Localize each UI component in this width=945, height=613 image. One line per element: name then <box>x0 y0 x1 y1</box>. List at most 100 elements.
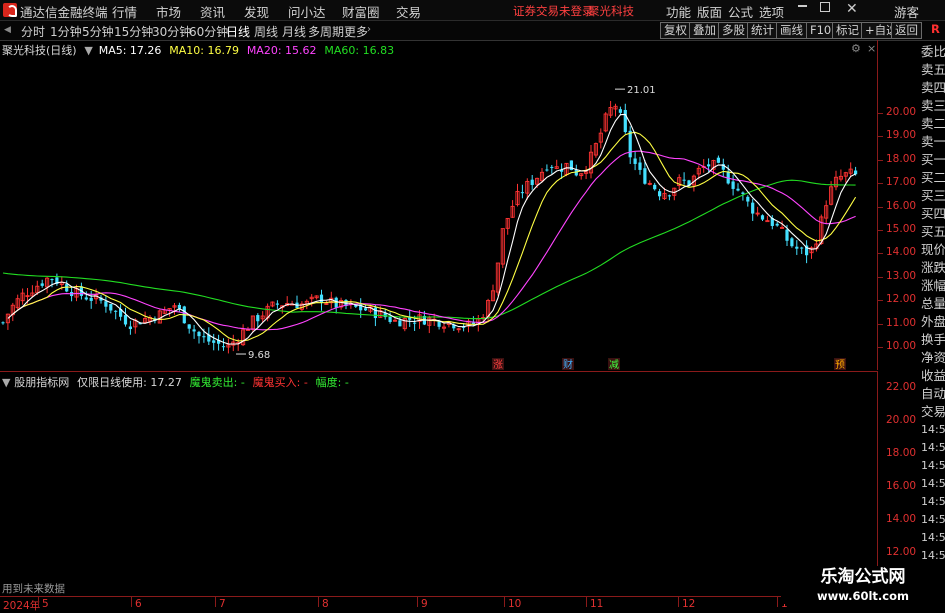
price-tick-mark <box>878 230 883 231</box>
chevron-right-icon[interactable]: › <box>367 24 371 35</box>
indicator-desc: 仅限日线使用: 17.27 <box>77 376 182 389</box>
settings-gear-icon[interactable]: ⚙ <box>851 42 861 55</box>
btn-huaxian[interactable]: 画线 <box>776 22 807 39</box>
candle-body-down <box>197 331 201 337</box>
sidebar-item[interactable]: 卖一 <box>919 134 945 152</box>
sidebar-item[interactable]: 委比 <box>919 44 945 62</box>
sidebar-item[interactable]: 净资 <box>919 350 945 368</box>
tab-15min[interactable]: 15分钟 <box>114 23 153 40</box>
sidebar-item[interactable]: 换手 <box>919 332 945 350</box>
candle-body-down <box>633 158 637 164</box>
tab-60min[interactable]: 60分钟 <box>189 23 228 40</box>
month-tick-mark <box>504 597 505 607</box>
sidebar-item[interactable]: 交易 <box>919 404 945 422</box>
menu-faxian[interactable]: 发现 <box>244 2 269 21</box>
menu-bar: 通达信金融终端 行情 市场 资讯 发现 问小达 财富圈 交易 证券交易未登录 聚… <box>0 0 945 21</box>
event-marker: 预 <box>835 359 845 370</box>
sidebar-item[interactable]: 买四 <box>919 206 945 224</box>
btn-fuquan[interactable]: 复权 <box>660 22 691 39</box>
sidebar-item[interactable]: 总量 <box>919 296 945 314</box>
maximize-icon[interactable] <box>820 2 830 12</box>
candle-body-down <box>741 192 745 194</box>
month-tick-mark <box>678 597 679 607</box>
sidebar-item[interactable]: 卖四 <box>919 80 945 98</box>
tab-1min[interactable]: 1分钟 <box>50 23 82 40</box>
sidebar-item[interactable]: 14:56 <box>919 440 945 458</box>
sidebar-item[interactable]: 买三 <box>919 188 945 206</box>
sidebar-item[interactable]: 14:56 <box>919 494 945 512</box>
candle-body-down <box>319 294 324 303</box>
sidebar-item[interactable]: 卖三 <box>919 98 945 116</box>
menu-gongneng[interactable]: 功能 <box>666 2 691 21</box>
candlestick-chart[interactable]: 21.01 9.68 涨 财 减 预 <box>0 56 920 370</box>
minimize-icon[interactable] <box>798 5 807 7</box>
candle-body-down <box>800 247 804 249</box>
trade-login-notice[interactable]: 证券交易未登录 <box>513 3 594 19</box>
tab-fenshi[interactable]: 分时 <box>21 23 45 40</box>
btn-diejia[interactable]: 叠加 <box>689 22 720 39</box>
sidebar-item[interactable]: 买二 <box>919 170 945 188</box>
menu-wenxiaoda[interactable]: 问小达 <box>288 2 326 21</box>
candle-body-down <box>187 324 191 329</box>
sidebar-item[interactable]: 收益 <box>919 368 945 386</box>
x-year-label: 2024年 <box>3 600 41 612</box>
sidebar-item[interactable]: 涨跌 <box>919 260 945 278</box>
tab-5min[interactable]: 5分钟 <box>82 23 114 40</box>
menu-shichang[interactable]: 市场 <box>156 2 181 21</box>
guest-label[interactable]: 游客 <box>894 2 919 21</box>
sidebar-item[interactable]: 卖二 <box>919 116 945 134</box>
tab-weekly[interactable]: 周线 <box>254 23 278 40</box>
stock-name-link[interactable]: 聚光科技 <box>588 3 634 19</box>
month-tick-mark <box>318 597 319 607</box>
sidebar-item[interactable]: 14:56 <box>919 422 945 440</box>
app-logo-icon <box>3 3 17 17</box>
sidebar-item[interactable]: 买五 <box>919 224 945 242</box>
sidebar-item[interactable]: 14:56 <box>919 476 945 494</box>
menu-zixun[interactable]: 资讯 <box>200 2 225 21</box>
menu-caifuquan[interactable]: 财富圈 <box>342 2 380 21</box>
candle-body-down <box>104 301 108 307</box>
btn-f10[interactable]: F10 <box>806 22 836 39</box>
tab-30min[interactable]: 30分钟 <box>152 23 191 40</box>
tab-monthly[interactable]: 月线 <box>282 23 306 40</box>
price-tick-mark <box>878 323 883 325</box>
menu-jiaoyi[interactable]: 交易 <box>396 2 421 21</box>
sidebar-item[interactable]: 外盘 <box>919 314 945 332</box>
candle-body-down <box>256 315 260 322</box>
candle-body-down <box>545 169 549 171</box>
indicator-title: 股朋指标网 <box>14 376 70 389</box>
collapse-icon[interactable]: ◀ <box>4 25 11 35</box>
tab-daily[interactable]: 日线 <box>226 23 250 40</box>
candle-body-down <box>40 283 44 286</box>
candle-body-down <box>221 346 226 348</box>
btn-tongji[interactable]: 统计 <box>747 22 778 39</box>
period-toolbar: ◀ 分时 1分钟 5分钟 15分钟 30分钟 60分钟 日线 周线 月线 多周期… <box>0 21 945 41</box>
menu-gongshi[interactable]: 公式 <box>728 2 753 21</box>
sidebar-item[interactable]: 14:56 <box>919 458 945 476</box>
sidebar-item[interactable]: 卖五 <box>919 62 945 80</box>
menu-xuanxiang[interactable]: 选项 <box>759 2 784 21</box>
chart-close-icon[interactable]: × <box>867 42 876 55</box>
sidebar-item[interactable]: 自动 <box>919 386 945 404</box>
candle-body-down <box>736 188 740 191</box>
btn-biaoji[interactable]: 标记 <box>832 22 863 39</box>
price-tick-mark <box>878 300 883 302</box>
sidebar-item[interactable]: 买一 <box>919 152 945 170</box>
sidebar-item[interactable]: 14:56 <box>919 530 945 548</box>
candle-body-down <box>84 297 88 300</box>
candle-body-down <box>364 308 368 311</box>
sidebar-item[interactable]: 涨幅 <box>919 278 945 296</box>
sidebar-item[interactable]: 14:56 <box>919 512 945 530</box>
month-label: 8 <box>322 598 329 610</box>
menu-hangqing[interactable]: 行情 <box>112 2 137 21</box>
tab-multi-period[interactable]: 多周期 <box>308 23 344 40</box>
tab-more[interactable]: 更多 <box>344 23 368 40</box>
price-tick-mark <box>878 206 883 208</box>
close-icon[interactable]: ✕ <box>846 1 858 17</box>
btn-back[interactable]: 返回 <box>891 22 922 39</box>
menu-banmian[interactable]: 版面 <box>697 2 722 21</box>
sidebar-item[interactable]: 现价 <box>919 242 945 260</box>
indicator-dropdown-icon[interactable]: ▼ <box>2 376 10 389</box>
btn-duogu[interactable]: 多股 <box>718 22 749 39</box>
sidebar-item[interactable]: 14:56 <box>919 548 945 566</box>
